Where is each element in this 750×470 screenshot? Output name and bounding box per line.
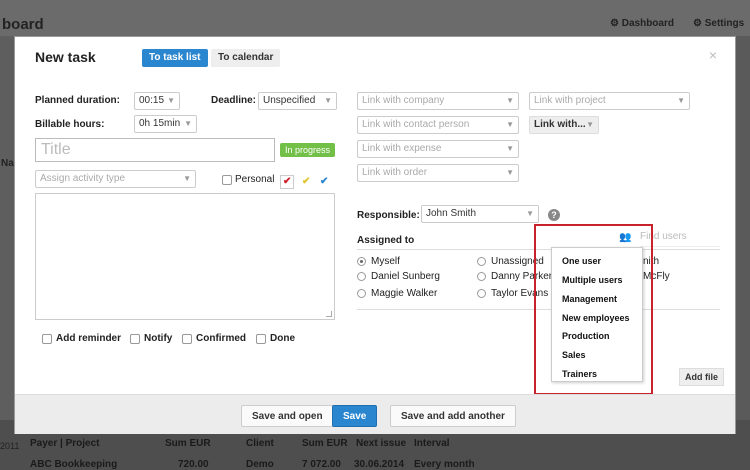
dialog-header: New task To task list To calendar × [15,37,735,77]
highlight-frame [534,224,653,395]
link-project-select[interactable]: Link with project ▼ [529,92,690,110]
th-next: Next issue [356,438,407,449]
link-company-select[interactable]: Link with company ▼ [357,92,519,110]
chevron-down-icon: ▼ [184,119,192,128]
chevron-down-icon: ▼ [183,174,191,183]
radio-taylor[interactable] [477,289,486,298]
save-and-add-another-button[interactable]: Save and add another [390,405,516,427]
chevron-down-icon: ▼ [506,144,514,153]
notify-label: Notify [144,333,173,344]
td-sum2: 7 072.00 [302,459,341,470]
personal-checkbox[interactable] [222,175,232,185]
check-yellow-icon[interactable]: ✔ [302,176,310,187]
save-button[interactable]: Save [332,405,378,427]
background-title: board [2,16,44,33]
link-contact-select[interactable]: Link with contact person ▼ [357,116,519,134]
td-next: 30.06.2014 [354,459,405,470]
planned-duration-label: Planned duration: [35,95,120,106]
resize-handle[interactable] [326,311,332,317]
chevron-down-icon: ▼ [526,209,534,218]
chevron-down-icon: ▼ [506,96,514,105]
person-daniel[interactable]: Daniel Sunberg [371,271,440,282]
radio-maggie[interactable] [357,289,366,298]
tab-calendar[interactable]: To calendar [211,49,281,67]
th-client: Client [246,438,274,449]
th-sum: Sum EUR [165,438,211,449]
help-icon[interactable]: ? [548,209,560,221]
nav-settings[interactable]: ⚙ Settings [693,18,744,29]
personal-label: Personal [235,174,275,185]
background-left-label: Na [1,158,14,169]
dialog-footer: Save and open Save Save and add another [15,394,735,434]
chevron-down-icon: ▼ [586,120,594,129]
done-checkbox[interactable] [256,334,266,344]
new-task-dialog: New task To task list To calendar × Plan… [14,36,736,434]
responsible-label: Responsible: [357,210,420,221]
chevron-down-icon: ▼ [506,120,514,129]
person-maggie[interactable]: Maggie Walker [371,288,437,299]
td-interval: Every month [414,459,475,470]
check-red-icon[interactable]: ✔ [283,176,291,187]
radio-danny[interactable] [477,272,486,281]
radio-daniel[interactable] [357,272,366,281]
radio-myself[interactable] [357,257,366,266]
status-badge[interactable]: In progress [280,143,336,157]
title-input[interactable]: Title [35,138,275,162]
close-icon[interactable]: × [709,47,717,63]
link-expense-select[interactable]: Link with expense ▼ [357,140,519,158]
planned-duration-select[interactable]: 00:15 ▼ [134,92,180,110]
add-reminder-checkbox[interactable] [42,334,52,344]
add-reminder-label: Add reminder [56,333,122,344]
add-file-button[interactable]: Add file [679,368,724,386]
th-payer: Payer | Project [30,438,100,449]
deadline-select[interactable]: Unspecified ▼ [258,92,337,110]
chevron-down-icon: ▼ [677,96,685,105]
description-textarea[interactable] [35,193,335,320]
link-order-select[interactable]: Link with order ▼ [357,164,519,182]
chevron-down-icon: ▼ [506,168,514,177]
billable-hours-label: Billable hours: [35,119,105,130]
background-year: 2011 [0,441,20,451]
check-blue-icon[interactable]: ✔ [320,176,328,187]
nav-dashboard[interactable]: ⚙ Dashboard [610,18,674,29]
assigned-to-label: Assigned to [357,235,415,246]
deadline-label: Deadline: [211,95,257,106]
dialog-title: New task [35,49,96,65]
td-sum: 720.00 [178,459,209,470]
radio-unassigned[interactable] [477,257,486,266]
chevron-down-icon: ▼ [324,96,332,105]
confirmed-label: Confirmed [196,333,246,344]
link-with-more-button[interactable]: Link with... ▼ [529,116,599,134]
billable-hours-select[interactable]: 0h 15min ▼ [134,115,197,133]
chevron-down-icon: ▼ [167,96,175,105]
person-myself[interactable]: Myself [371,256,400,267]
done-label: Done [270,333,295,344]
th-interval: Interval [414,438,450,449]
confirmed-checkbox[interactable] [182,334,192,344]
th-sum2: Sum EUR [302,438,348,449]
background-sidebar [0,36,14,470]
activity-type-select[interactable]: Assign activity type ▼ [35,170,196,188]
tab-task-list[interactable]: To task list [142,49,208,67]
notify-checkbox[interactable] [130,334,140,344]
td-payer: ABC Bookkeeping [30,459,118,470]
responsible-select[interactable]: John Smith ▼ [421,205,539,223]
td-client: Demo [246,459,274,470]
save-and-open-button[interactable]: Save and open [241,405,334,427]
